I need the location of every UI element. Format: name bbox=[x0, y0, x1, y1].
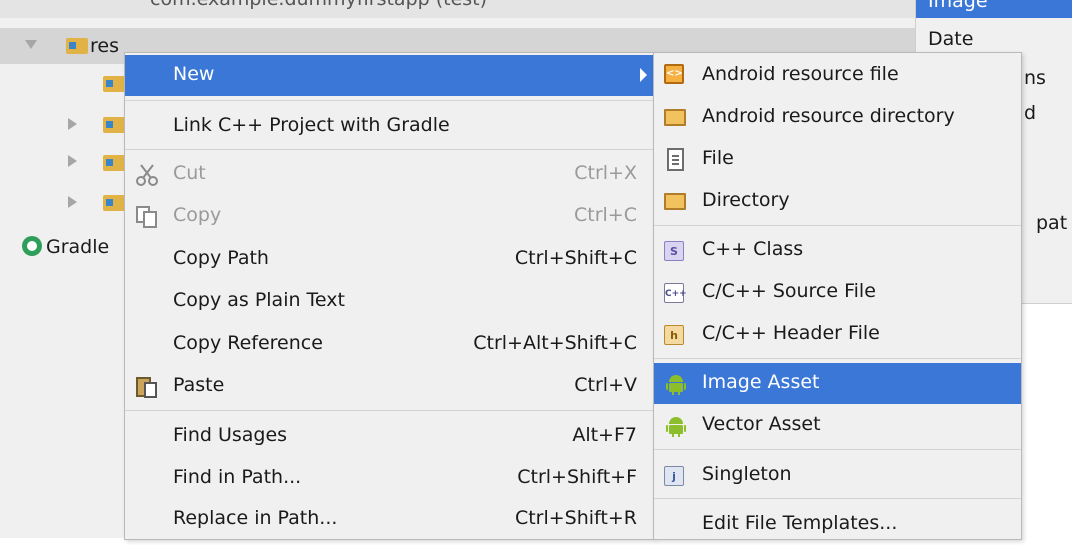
menu-shortcut: Ctrl+V bbox=[574, 374, 637, 396]
side-item-pat[interactable]: pat bbox=[1036, 212, 1067, 234]
submenu-separator bbox=[654, 358, 1021, 359]
menu-item-new[interactable]: New bbox=[125, 55, 653, 96]
menu-item-label: New bbox=[173, 63, 215, 85]
menu-item-label: Copy Path bbox=[173, 247, 269, 269]
side-item-selected[interactable]: Image bbox=[916, 0, 1072, 18]
menu-item-label: Copy bbox=[173, 204, 222, 226]
menu-item-label: Find in Path... bbox=[173, 466, 302, 488]
menu-item-copy-reference[interactable]: Copy Reference Ctrl+Alt+Shift+C bbox=[125, 324, 653, 365]
collapse-arrow-icon[interactable] bbox=[68, 196, 77, 208]
menu-item-label: Paste bbox=[173, 374, 225, 396]
file-icon bbox=[664, 148, 688, 172]
submenu-item-edit-file-templates[interactable]: Edit File Templates... bbox=[654, 504, 1021, 545]
android-icon bbox=[666, 417, 686, 437]
submenu-item-singleton[interactable]: j Singleton bbox=[654, 455, 1021, 496]
new-submenu: <> Android resource file Android resourc… bbox=[653, 52, 1022, 540]
menu-item-label: Cut bbox=[173, 162, 206, 184]
submenu-item-android-resource-directory[interactable]: Android resource directory bbox=[654, 97, 1021, 138]
submenu-item-file[interactable]: File bbox=[654, 139, 1021, 180]
submenu-item-label: File bbox=[702, 147, 734, 169]
collapse-arrow-icon[interactable] bbox=[68, 118, 77, 130]
submenu-item-label: Vector Asset bbox=[702, 413, 821, 435]
menu-shortcut: Ctrl+Alt+Shift+C bbox=[473, 332, 637, 354]
menu-item-label: Copy Reference bbox=[173, 332, 323, 354]
header-file-icon: h bbox=[664, 323, 688, 347]
submenu-arrow-icon bbox=[640, 68, 647, 82]
tree-folder-icon bbox=[103, 195, 125, 211]
menu-item-copy-path[interactable]: Copy Path Ctrl+Shift+C bbox=[125, 239, 653, 280]
android-icon bbox=[666, 375, 686, 395]
submenu-item-label: C/C++ Header File bbox=[702, 322, 880, 344]
menu-item-copy-plain-text[interactable]: Copy as Plain Text bbox=[125, 281, 653, 322]
folder-icon bbox=[664, 106, 688, 130]
tree-folder-icon bbox=[103, 76, 125, 92]
context-menu: New Link C++ Project with Gradle Cut Ctr… bbox=[124, 52, 654, 540]
menu-item-label: Copy as Plain Text bbox=[173, 289, 345, 311]
side-item-label: Image bbox=[928, 0, 988, 12]
singleton-icon: j bbox=[664, 464, 688, 488]
menu-item-copy[interactable]: Copy Ctrl+C bbox=[125, 196, 653, 237]
side-item-d[interactable]: d bbox=[1024, 102, 1036, 124]
menu-separator bbox=[125, 410, 653, 411]
paste-icon bbox=[136, 377, 157, 398]
tree-folder-icon bbox=[103, 155, 125, 171]
menu-item-replace-in-path[interactable]: Replace in Path... Ctrl+Shift+R bbox=[125, 499, 653, 540]
submenu-separator bbox=[654, 225, 1021, 226]
menu-item-label: Replace in Path... bbox=[173, 507, 338, 529]
submenu-item-label: Image Asset bbox=[702, 371, 820, 393]
submenu-item-vector-asset[interactable]: Vector Asset bbox=[654, 405, 1021, 446]
submenu-item-label: C++ Class bbox=[702, 238, 804, 260]
menu-shortcut: Ctrl+Shift+F bbox=[517, 466, 637, 488]
side-item-ns[interactable]: ns bbox=[1024, 67, 1046, 89]
menu-item-cut[interactable]: Cut Ctrl+X bbox=[125, 154, 653, 195]
expand-arrow-icon[interactable] bbox=[25, 40, 37, 49]
collapse-arrow-icon[interactable] bbox=[68, 155, 77, 167]
submenu-item-label: Android resource directory bbox=[702, 105, 955, 127]
menu-shortcut: Ctrl+C bbox=[574, 204, 637, 226]
res-folder-icon bbox=[66, 38, 88, 54]
tree-folder-icon bbox=[103, 117, 125, 133]
menu-item-find-in-path[interactable]: Find in Path... Ctrl+Shift+F bbox=[125, 458, 653, 499]
side-item-date[interactable]: Date bbox=[928, 28, 973, 50]
submenu-item-label: Edit File Templates... bbox=[702, 512, 898, 534]
menu-shortcut: Ctrl+Shift+C bbox=[514, 247, 637, 269]
submenu-item-cpp-class[interactable]: S C++ Class bbox=[654, 230, 1021, 271]
submenu-separator bbox=[654, 449, 1021, 450]
scissors-icon bbox=[136, 164, 158, 186]
menu-shortcut: Alt+F7 bbox=[572, 424, 637, 446]
submenu-item-label: Directory bbox=[702, 189, 790, 211]
menu-item-find-usages[interactable]: Find Usages Alt+F7 bbox=[125, 416, 653, 457]
cpp-source-icon: C++ bbox=[664, 281, 688, 305]
menu-item-label: Find Usages bbox=[173, 424, 288, 446]
tree-gradle-label: Gradle bbox=[46, 236, 110, 258]
menu-item-link-cpp[interactable]: Link C++ Project with Gradle bbox=[125, 106, 653, 147]
folder-icon bbox=[664, 190, 688, 214]
tree-top-item-label: com.example.dummyfirstapp (test) bbox=[150, 0, 487, 10]
submenu-item-image-asset[interactable]: Image Asset bbox=[654, 363, 1021, 404]
tree-res-label: res bbox=[90, 35, 119, 57]
menu-separator bbox=[125, 100, 653, 101]
menu-item-label: Link C++ Project with Gradle bbox=[173, 114, 450, 136]
copy-icon bbox=[136, 206, 157, 228]
submenu-item-directory[interactable]: Directory bbox=[654, 181, 1021, 222]
submenu-item-label: Android resource file bbox=[702, 63, 899, 85]
menu-shortcut: Ctrl+Shift+R bbox=[514, 507, 637, 529]
submenu-item-android-resource-file[interactable]: <> Android resource file bbox=[654, 55, 1021, 96]
cpp-class-icon: S bbox=[664, 239, 688, 263]
android-resource-file-icon: <> bbox=[664, 64, 688, 88]
submenu-item-cpp-header[interactable]: h C/C++ Header File bbox=[654, 314, 1021, 355]
submenu-item-label: Singleton bbox=[702, 463, 792, 485]
gradle-icon bbox=[22, 236, 42, 256]
submenu-separator bbox=[654, 498, 1021, 499]
menu-item-paste[interactable]: Paste Ctrl+V bbox=[125, 366, 653, 407]
menu-separator bbox=[125, 149, 653, 150]
menu-shortcut: Ctrl+X bbox=[574, 162, 637, 184]
submenu-item-cpp-source[interactable]: C++ C/C++ Source File bbox=[654, 272, 1021, 313]
submenu-item-label: C/C++ Source File bbox=[702, 280, 876, 302]
